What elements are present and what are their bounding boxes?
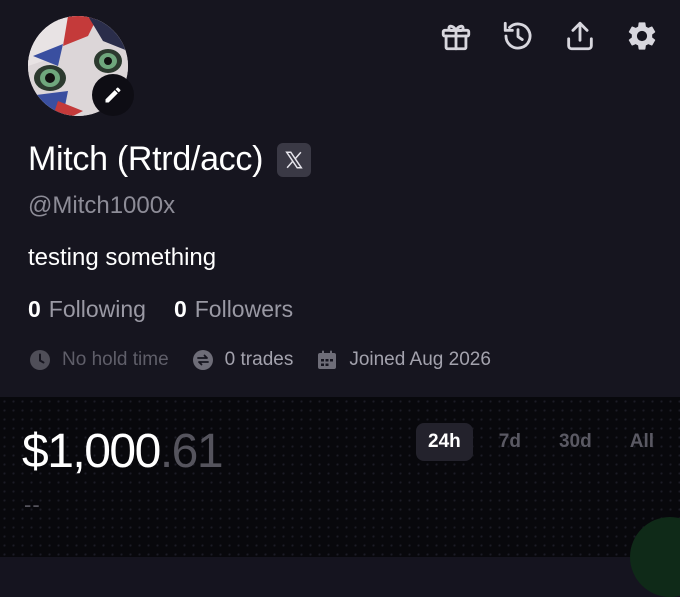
followers-count[interactable]: 0	[174, 296, 187, 323]
calendar-icon	[318, 350, 337, 369]
edit-avatar-button[interactable]	[92, 74, 134, 116]
range-24h[interactable]: 24h	[416, 423, 473, 461]
range-30d[interactable]: 30d	[547, 423, 604, 461]
settings-button[interactable]	[620, 16, 664, 56]
share-icon	[567, 21, 593, 51]
x-logo-icon	[285, 150, 303, 169]
range-7d[interactable]: 7d	[487, 423, 533, 461]
gift-icon	[441, 24, 471, 51]
name-row: Mitch (Rtrd/acc)	[28, 140, 312, 179]
history-button[interactable]	[496, 16, 540, 56]
header-actions	[416, 16, 664, 56]
hold-time-text: No hold time	[62, 349, 169, 370]
x-link[interactable]	[277, 142, 312, 177]
follow-stats: 0 Following 0 Followers	[28, 296, 321, 323]
trades-text: 0 trades	[224, 349, 294, 370]
history-icon	[503, 21, 532, 50]
swap-icon	[192, 350, 213, 370]
gift-button[interactable]	[434, 16, 478, 56]
joined-stat: Joined Aug 2026	[315, 348, 491, 372]
trades-stat: 0 trades	[191, 348, 294, 372]
profile-header: Mitch (Rtrd/acc) @Mitch1000x testing som…	[0, 0, 680, 397]
range-all[interactable]: All	[618, 423, 666, 461]
pencil-icon	[105, 87, 121, 103]
time-range-selector: 24h 7d 30d All	[402, 423, 666, 461]
following-count[interactable]: 0	[28, 296, 41, 323]
balance-cents: .61	[159, 425, 224, 478]
portfolio-balance: $1,000.61	[22, 424, 224, 479]
hold-time-stat: No hold time	[28, 348, 169, 372]
profile-bio: testing something	[28, 244, 217, 271]
clock-icon	[30, 350, 50, 370]
profile-meta: No hold time 0 trades Joined Aug 2026	[28, 348, 513, 372]
settings-icon	[628, 22, 656, 50]
username-handle: @Mitch1000x	[28, 192, 176, 219]
portfolio-section: $1,000.61 -- 24h 7d 30d All	[0, 397, 680, 597]
balance-change: --	[24, 492, 41, 517]
avatar-container[interactable]	[28, 16, 134, 120]
display-name: Mitch (Rtrd/acc)	[28, 140, 264, 178]
joined-text: Joined Aug 2026	[349, 349, 491, 370]
share-button[interactable]	[558, 16, 602, 56]
followers-label[interactable]: Followers	[195, 296, 293, 323]
following-label[interactable]: Following	[49, 296, 146, 323]
decorative-blob	[630, 517, 680, 597]
balance-main: $1,000	[22, 425, 161, 478]
